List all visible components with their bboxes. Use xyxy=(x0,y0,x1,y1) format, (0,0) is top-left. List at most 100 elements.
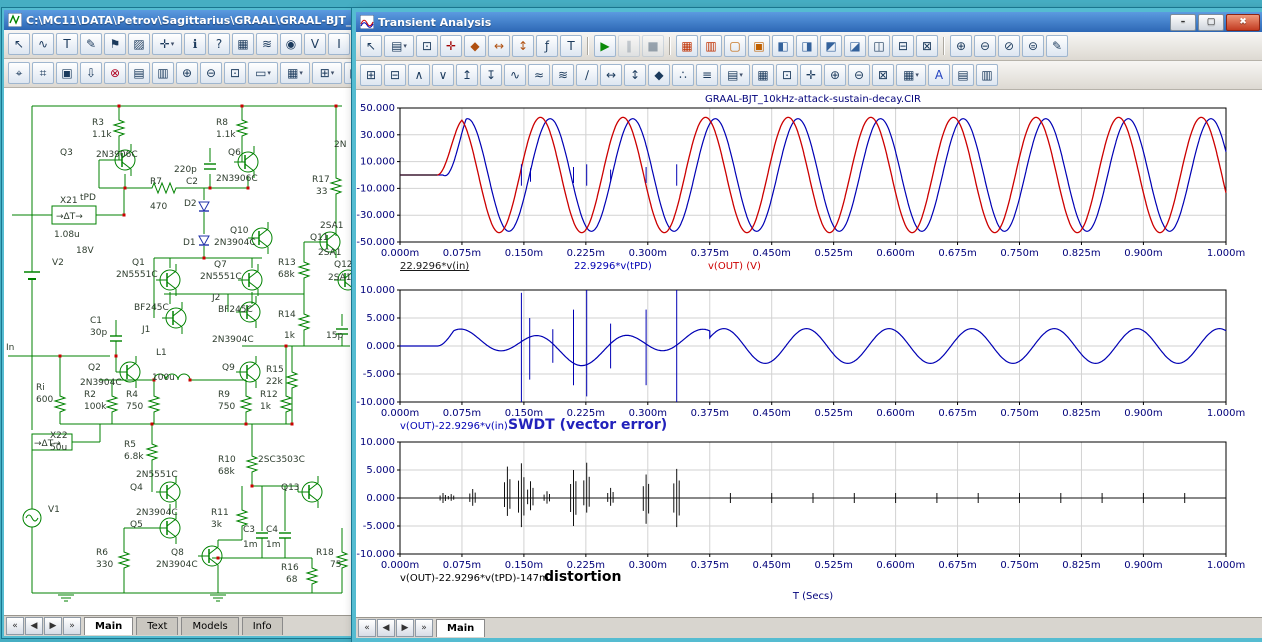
track-low-icon[interactable]: ↧ xyxy=(480,64,502,86)
minimize-button[interactable]: – xyxy=(1170,14,1196,31)
normalize-icon[interactable]: ⊡ xyxy=(776,64,798,86)
graphics-mode-icon[interactable]: ✎ xyxy=(80,33,102,55)
remove-plot-icon[interactable]: ⊠ xyxy=(916,35,938,57)
select-tool-icon[interactable]: ↖ xyxy=(360,35,382,57)
plot-page-2-icon[interactable]: ◨ xyxy=(796,35,818,57)
peak-label-icon[interactable]: ∧ xyxy=(408,64,430,86)
zoom-fit-icon[interactable]: ⊜ xyxy=(1022,35,1044,57)
text-mode-icon[interactable]: T xyxy=(560,35,582,57)
run-icon[interactable]: ▶ xyxy=(594,35,616,57)
tab-prev-button[interactable]: ◀ xyxy=(25,617,43,635)
zoom-out-icon[interactable]: ⊖ xyxy=(974,35,996,57)
gridlines-icon[interactable]: ≡ xyxy=(696,64,718,86)
data-points-icon[interactable]: ∴ xyxy=(672,64,694,86)
stop-find-icon[interactable]: ⊗ xyxy=(104,62,126,84)
close-button[interactable]: ✖ xyxy=(1226,14,1260,31)
tab-main[interactable]: Main xyxy=(84,617,133,635)
tab-models[interactable]: Models xyxy=(181,617,238,635)
wave-shape-icon[interactable]: ∿ xyxy=(504,64,526,86)
zoom-in-icon[interactable]: ⊕ xyxy=(950,35,972,57)
copy-page-icon[interactable]: ▥ xyxy=(976,64,998,86)
split-horizontal-icon[interactable]: ◫ xyxy=(868,35,890,57)
state-variables-icon[interactable]: ▢ xyxy=(724,35,746,57)
node-numbers-icon[interactable]: ◉ xyxy=(280,33,302,55)
vertical-tag-mode-icon[interactable]: ↕ xyxy=(512,35,534,57)
track-high-icon[interactable]: ↥ xyxy=(456,64,478,86)
goto-icon[interactable]: ⇩ xyxy=(80,62,102,84)
edit-circuit-icon[interactable]: ✎ xyxy=(1046,35,1068,57)
point-tag-mode-icon[interactable]: ◆ xyxy=(464,35,486,57)
repeat-find-icon[interactable]: ⌗ xyxy=(32,62,54,84)
grid-toggle-icon[interactable]: ▦▾ xyxy=(280,62,310,84)
tab-text[interactable]: Text xyxy=(136,617,178,635)
duplicate-icon[interactable]: ▥ xyxy=(152,62,174,84)
currents-display-icon[interactable]: I xyxy=(328,33,350,55)
find-icon[interactable]: ⌖ xyxy=(8,62,30,84)
plot-tab-next-button[interactable]: ▶ xyxy=(396,619,414,637)
text-mode-icon[interactable]: T xyxy=(56,33,78,55)
zoom-out-icon[interactable]: ⊖ xyxy=(200,62,222,84)
tab-first-button[interactable]: « xyxy=(6,617,24,635)
performance-tag-mode-icon[interactable]: ƒ xyxy=(536,35,558,57)
digital-display-icon[interactable]: ▦ xyxy=(232,33,254,55)
zoom-area-icon[interactable]: ⊡ xyxy=(224,62,246,84)
smooth-icon[interactable]: ≈ xyxy=(528,64,550,86)
wire-mode-icon[interactable]: ∿ xyxy=(32,33,54,55)
plot-page-4-icon[interactable]: ◪ xyxy=(844,35,866,57)
node-voltages-icon[interactable]: V xyxy=(304,33,326,55)
cursor-icon[interactable]: ✛ xyxy=(800,64,822,86)
zoom-in-icon[interactable]: ⊕ xyxy=(824,64,846,86)
tab-info[interactable]: Info xyxy=(242,617,283,635)
maximize-button[interactable]: ▢ xyxy=(1198,14,1224,31)
cursor-mode-icon[interactable]: ✛ xyxy=(440,35,462,57)
plot-tab-main[interactable]: Main xyxy=(436,619,485,637)
tab-last-button[interactable]: » xyxy=(63,617,81,635)
transient-titlebar[interactable]: Transient Analysis – ▢ ✖ xyxy=(356,12,1262,32)
picture-mode-icon[interactable]: ▨ xyxy=(128,33,150,55)
measure-horizontal-icon[interactable]: ↔ xyxy=(600,64,622,86)
horizontal-tag-mode-icon[interactable]: ↔ xyxy=(488,35,510,57)
select-tool-icon[interactable]: ↖ xyxy=(8,33,30,55)
slope-icon[interactable]: ∕ xyxy=(576,64,598,86)
plot-page-3-icon[interactable]: ◩ xyxy=(820,35,842,57)
help-mode-icon[interactable]: ? xyxy=(208,33,230,55)
analysis-limits-icon[interactable]: ▦ xyxy=(676,35,698,57)
flag-mode-icon[interactable]: ⚑ xyxy=(104,33,126,55)
tag-point-icon[interactable]: ◆ xyxy=(648,64,670,86)
zoom-in-icon[interactable]: ⊕ xyxy=(176,62,198,84)
info-mode-icon[interactable]: ℹ xyxy=(184,33,206,55)
plot-tab-last-button[interactable]: » xyxy=(415,619,433,637)
sheet-select-icon[interactable]: ⊞▾ xyxy=(312,62,342,84)
plot-area[interactable]: GRAAL-BJT_10kHz-attack-sustain-decay.CIR… xyxy=(356,90,1256,612)
analog-display-icon[interactable]: ≋ xyxy=(256,33,278,55)
delete-plot-icon[interactable]: ⊟ xyxy=(384,64,406,86)
paste-icon[interactable]: ▤▾ xyxy=(720,64,750,86)
zoom-auto-icon[interactable]: ⊘ xyxy=(998,35,1020,57)
plot-canvas[interactable]: GRAAL-BJT_10kHz-attack-sustain-decay.CIR… xyxy=(356,90,1262,617)
zoom-out-icon[interactable]: ⊖ xyxy=(848,64,870,86)
valley-label-icon[interactable]: ∨ xyxy=(432,64,454,86)
font-icon[interactable]: A xyxy=(928,64,950,86)
axis-grid-icon[interactable]: ▦▾ xyxy=(896,64,926,86)
schematic-drawing[interactable]: R31.1kQ32N3906CR81.1kQ6220pC22N3906C2NR7… xyxy=(4,88,364,614)
copy-plot-icon[interactable]: ▤ xyxy=(952,64,974,86)
stepping-icon[interactable]: ▥ xyxy=(700,35,722,57)
watch-icon[interactable]: ▣ xyxy=(748,35,770,57)
zoom-mode-icon[interactable]: ⊡ xyxy=(416,35,438,57)
zoom-select-icon[interactable]: ▭▾ xyxy=(248,62,278,84)
svg-text:1k: 1k xyxy=(284,331,296,341)
tab-next-button[interactable]: ▶ xyxy=(44,617,62,635)
measure-vertical-icon[interactable]: ↕ xyxy=(624,64,646,86)
envelope-icon[interactable]: ≋ xyxy=(552,64,574,86)
plot-tab-prev-button[interactable]: ◀ xyxy=(377,619,395,637)
split-vertical-icon[interactable]: ⊟ xyxy=(892,35,914,57)
plot-tab-first-button[interactable]: « xyxy=(358,619,376,637)
date-stamp-icon[interactable]: ▦ xyxy=(752,64,774,86)
plot-page-1-icon[interactable]: ◧ xyxy=(772,35,794,57)
replace-icon[interactable]: ▣ xyxy=(56,62,78,84)
component-mode-icon[interactable]: ✛▾ xyxy=(152,33,182,55)
clipboard-icon[interactable]: ▤▾ xyxy=(384,35,414,57)
add-plot-icon[interactable]: ⊞ xyxy=(360,64,382,86)
copy-to-clipboard-icon[interactable]: ▤ xyxy=(128,62,150,84)
zoom-window-icon[interactable]: ⊠ xyxy=(872,64,894,86)
